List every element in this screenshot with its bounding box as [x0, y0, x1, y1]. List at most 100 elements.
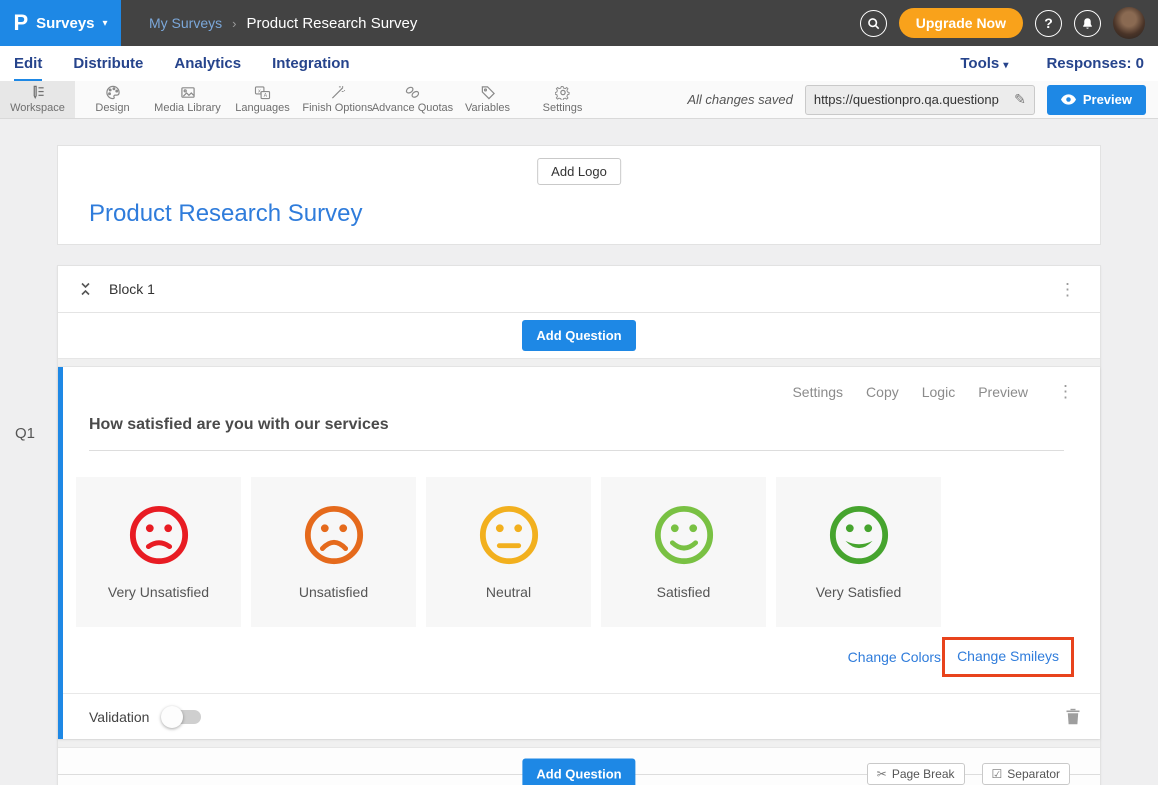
- toolbar-item-languages[interactable]: xA Languages: [225, 81, 300, 118]
- smiley-option-label: Unsatisfied: [299, 584, 368, 600]
- smiley-option-neutral[interactable]: Neutral: [426, 477, 591, 627]
- page-break-icon: ✂: [877, 767, 887, 781]
- unsatisfied-face-icon: [303, 504, 365, 566]
- responses-count: Responses: 0: [1046, 55, 1144, 72]
- section-nav: Edit Distribute Analytics Integration To…: [0, 46, 1158, 81]
- tab-distribute[interactable]: Distribute: [73, 46, 143, 81]
- toolbar-item-label: Design: [95, 102, 129, 114]
- palette-icon: [105, 85, 121, 100]
- toolbar-item-media-library[interactable]: Media Library: [150, 81, 225, 118]
- block-kebab-menu[interactable]: ⋮: [1053, 279, 1082, 300]
- change-smileys-link[interactable]: Change Smileys: [957, 648, 1059, 664]
- tag-icon: [480, 85, 496, 100]
- delete-question-button[interactable]: [1066, 708, 1080, 725]
- smiley-option-label: Neutral: [486, 584, 531, 600]
- question-number-label: Q1: [15, 425, 35, 442]
- block-footer: Add Question ✂ Page Break ☑ Separator: [58, 748, 1100, 785]
- tab-edit[interactable]: Edit: [14, 46, 42, 81]
- tab-analytics[interactable]: Analytics: [174, 46, 241, 81]
- bell-icon: [1081, 17, 1094, 30]
- question-actions: Settings Copy Logic Preview ⋮: [63, 381, 1100, 402]
- question-text[interactable]: How satisfied are you with our services: [89, 416, 389, 433]
- question-text-row: How satisfied are you with our services: [89, 416, 1064, 451]
- smiley-option-unsatisfied[interactable]: Unsatisfied: [251, 477, 416, 627]
- satisfied-face-icon: [653, 504, 715, 566]
- notifications-button[interactable]: [1074, 10, 1101, 37]
- question-preview-link[interactable]: Preview: [978, 384, 1028, 400]
- footer-right-buttons: ✂ Page Break ☑ Separator: [867, 763, 1070, 785]
- workspace-icon: [30, 85, 46, 100]
- toolbar-item-workspace[interactable]: Workspace: [0, 81, 75, 118]
- breadcrumb-separator-icon: ›: [232, 16, 236, 31]
- separator-checkbox-icon: ☑: [992, 767, 1003, 781]
- question-mark-icon: ?: [1044, 15, 1053, 31]
- toolbar-item-finish-options[interactable]: Finish Options: [300, 81, 375, 118]
- toolbar-item-advance-quotas[interactable]: Advance Quotas: [375, 81, 450, 118]
- svg-text:A: A: [264, 93, 268, 99]
- highlight-box: Change Smileys: [942, 637, 1074, 677]
- toolbar-item-label: Settings: [543, 102, 583, 114]
- smiley-option-very-satisfied[interactable]: Very Satisfied: [776, 477, 941, 627]
- block-title[interactable]: Block 1: [109, 281, 155, 297]
- toggle-knob: [161, 706, 183, 728]
- translate-icon: xA: [254, 85, 271, 100]
- toolbar-item-label: Advance Quotas: [372, 102, 453, 114]
- add-logo-button[interactable]: Add Logo: [537, 158, 621, 185]
- question-kebab-menu[interactable]: ⋮: [1051, 381, 1080, 402]
- validation-row: Validation: [63, 693, 1100, 739]
- add-question-row-top: Add Question: [58, 313, 1100, 358]
- block-card: Block 1 ⋮ Add Question Q1 Settings Copy …: [57, 265, 1101, 785]
- neutral-face-icon: [478, 504, 540, 566]
- preview-button[interactable]: Preview: [1047, 85, 1146, 115]
- validation-toggle[interactable]: [163, 710, 201, 724]
- search-button[interactable]: [860, 10, 887, 37]
- tools-menu[interactable]: Tools ▾: [960, 55, 1008, 72]
- smiley-option-very-unsatisfied[interactable]: Very Unsatisfied: [76, 477, 241, 627]
- question-logic-link[interactable]: Logic: [922, 384, 955, 400]
- question-settings-link[interactable]: Settings: [792, 384, 843, 400]
- survey-title[interactable]: Product Research Survey: [89, 200, 362, 228]
- smiley-option-label: Satisfied: [657, 584, 711, 600]
- search-icon: [867, 17, 880, 30]
- validation-label: Validation: [89, 709, 149, 725]
- toolbar-item-label: Media Library: [154, 102, 221, 114]
- page-break-button[interactable]: ✂ Page Break: [867, 763, 965, 785]
- gear-icon: [555, 85, 571, 100]
- survey-url-input[interactable]: [806, 92, 1006, 107]
- trash-icon: [1066, 708, 1080, 725]
- collapse-chevrons-icon: [79, 281, 92, 297]
- smiley-option-label: Very Unsatisfied: [108, 584, 209, 600]
- chain-link-icon: [404, 85, 421, 100]
- product-menu-label: Surveys: [36, 15, 94, 32]
- edit-toolbar: Workspace Design Media Library xA Langua…: [0, 81, 1158, 119]
- tab-integration[interactable]: Integration: [272, 46, 350, 81]
- smiley-option-satisfied[interactable]: Satisfied: [601, 477, 766, 627]
- toolbar-item-label: Variables: [465, 102, 510, 114]
- question-copy-link[interactable]: Copy: [866, 384, 899, 400]
- toolbar-item-design[interactable]: Design: [75, 81, 150, 118]
- block-header: Block 1 ⋮: [58, 266, 1100, 313]
- separator-button[interactable]: ☑ Separator: [982, 763, 1070, 785]
- very-unsatisfied-face-icon: [128, 504, 190, 566]
- user-avatar[interactable]: [1113, 7, 1145, 39]
- breadcrumb-current-survey: Product Research Survey: [246, 15, 417, 32]
- chevron-down-icon: ▾: [103, 18, 108, 29]
- toolbar-item-settings[interactable]: Settings: [525, 81, 600, 118]
- edit-url-pencil-icon[interactable]: ✎: [1006, 91, 1034, 108]
- upgrade-now-button[interactable]: Upgrade Now: [899, 8, 1023, 38]
- help-button[interactable]: ?: [1035, 10, 1062, 37]
- product-switcher[interactable]: P Surveys ▾: [0, 0, 121, 46]
- toolbar-right: All changes saved ✎ Preview: [687, 81, 1158, 118]
- questionpro-logo: P: [13, 12, 28, 34]
- add-question-button-top[interactable]: Add Question: [522, 320, 635, 351]
- change-colors-link[interactable]: Change Colors: [848, 649, 941, 665]
- smiley-links-row: Change Colors Change Smileys: [63, 635, 1074, 679]
- toolbar-item-variables[interactable]: Variables: [450, 81, 525, 118]
- add-question-button-bottom[interactable]: Add Question: [522, 759, 635, 785]
- breadcrumb: My Surveys › Product Research Survey: [149, 15, 417, 32]
- toolbar-item-label: Workspace: [10, 102, 65, 114]
- nav-right: Tools ▾ Responses: 0: [960, 55, 1144, 72]
- survey-header-card: Add Logo Product Research Survey: [57, 145, 1101, 245]
- collapse-block-button[interactable]: [79, 281, 92, 297]
- breadcrumb-my-surveys[interactable]: My Surveys: [149, 15, 222, 31]
